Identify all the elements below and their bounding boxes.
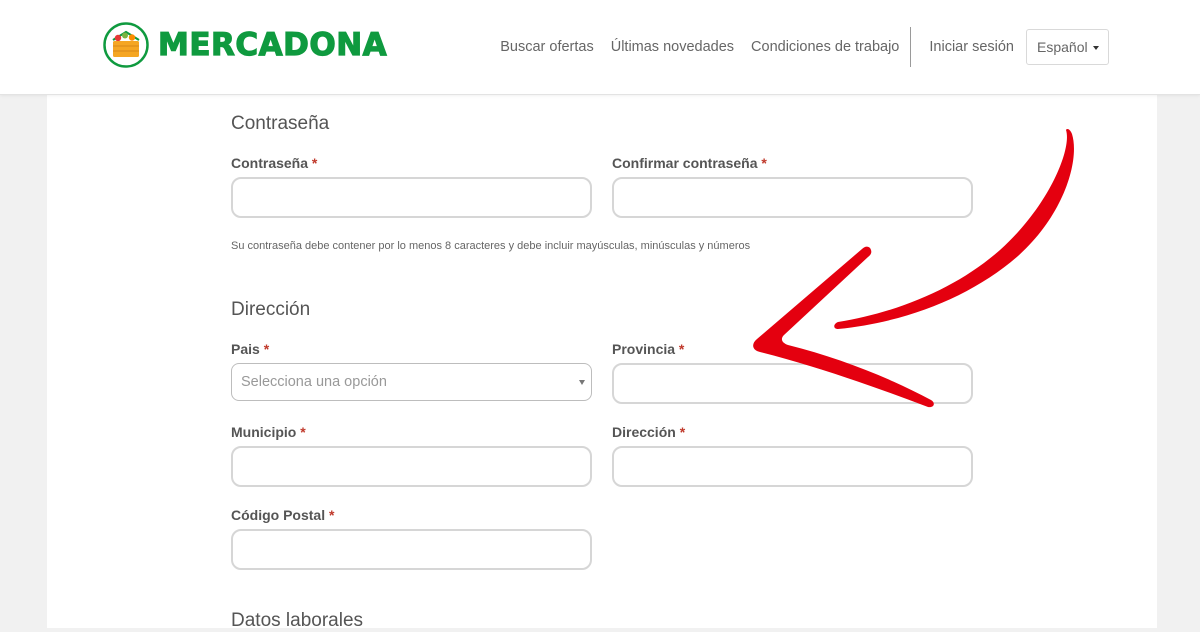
password-label: Contraseña * bbox=[231, 155, 318, 171]
dropdown-arrow-icon bbox=[579, 380, 585, 385]
section-title-address: Dirección bbox=[231, 299, 311, 320]
municipality-label: Municipio * bbox=[231, 424, 306, 440]
municipality-field[interactable] bbox=[231, 446, 592, 487]
main-nav: Buscar ofertas Últimas novedades Condici… bbox=[483, 0, 1109, 94]
address-label: Dirección * bbox=[612, 424, 686, 440]
country-select-placeholder: Selecciona una opción bbox=[241, 374, 387, 390]
required-marker: * bbox=[678, 341, 685, 357]
confirm-password-field[interactable] bbox=[612, 177, 973, 218]
shopping-basket-logo-icon bbox=[103, 22, 149, 68]
form-card bbox=[47, 94, 1157, 628]
nav-iniciar-sesion[interactable]: Iniciar sesión bbox=[929, 39, 1014, 55]
required-marker: * bbox=[679, 424, 686, 440]
chevron-down-icon bbox=[1093, 46, 1099, 50]
province-field[interactable] bbox=[612, 363, 973, 404]
password-hint: Su contraseña debe contener por lo menos… bbox=[231, 240, 751, 252]
required-marker: * bbox=[329, 507, 335, 523]
country-label: Pais * bbox=[231, 341, 270, 357]
language-select-value: Español bbox=[1037, 39, 1088, 55]
mercadona-logo[interactable]: MERCADONA bbox=[103, 22, 387, 68]
required-marker: * bbox=[761, 155, 767, 171]
required-marker: * bbox=[263, 341, 270, 357]
required-marker: * bbox=[311, 155, 318, 171]
section-title-password: Contraseña bbox=[231, 113, 330, 134]
brand-name: MERCADONA bbox=[157, 26, 388, 63]
address-field[interactable] bbox=[612, 446, 973, 487]
nav-divider bbox=[910, 27, 912, 67]
required-marker: * bbox=[300, 424, 306, 440]
country-select[interactable]: Selecciona una opción bbox=[231, 363, 592, 401]
province-label: Provincia * bbox=[612, 341, 685, 357]
postal-code-field[interactable] bbox=[231, 529, 592, 570]
postal-code-label: Código Postal * bbox=[231, 507, 335, 523]
nav-ultimas-novedades[interactable]: Últimas novedades bbox=[611, 39, 734, 55]
nav-condiciones-de-trabajo[interactable]: Condiciones de trabajo bbox=[751, 39, 899, 55]
password-field[interactable] bbox=[231, 177, 592, 218]
top-navigation-bar: MERCADONA Buscar ofertas Últimas novedad… bbox=[0, 0, 1200, 95]
confirm-password-label: Confirmar contraseña * bbox=[612, 155, 767, 171]
language-select[interactable]: Español bbox=[1026, 29, 1109, 65]
section-title-work-data: Datos laborales bbox=[231, 610, 364, 631]
nav-buscar-ofertas[interactable]: Buscar ofertas bbox=[500, 39, 594, 55]
